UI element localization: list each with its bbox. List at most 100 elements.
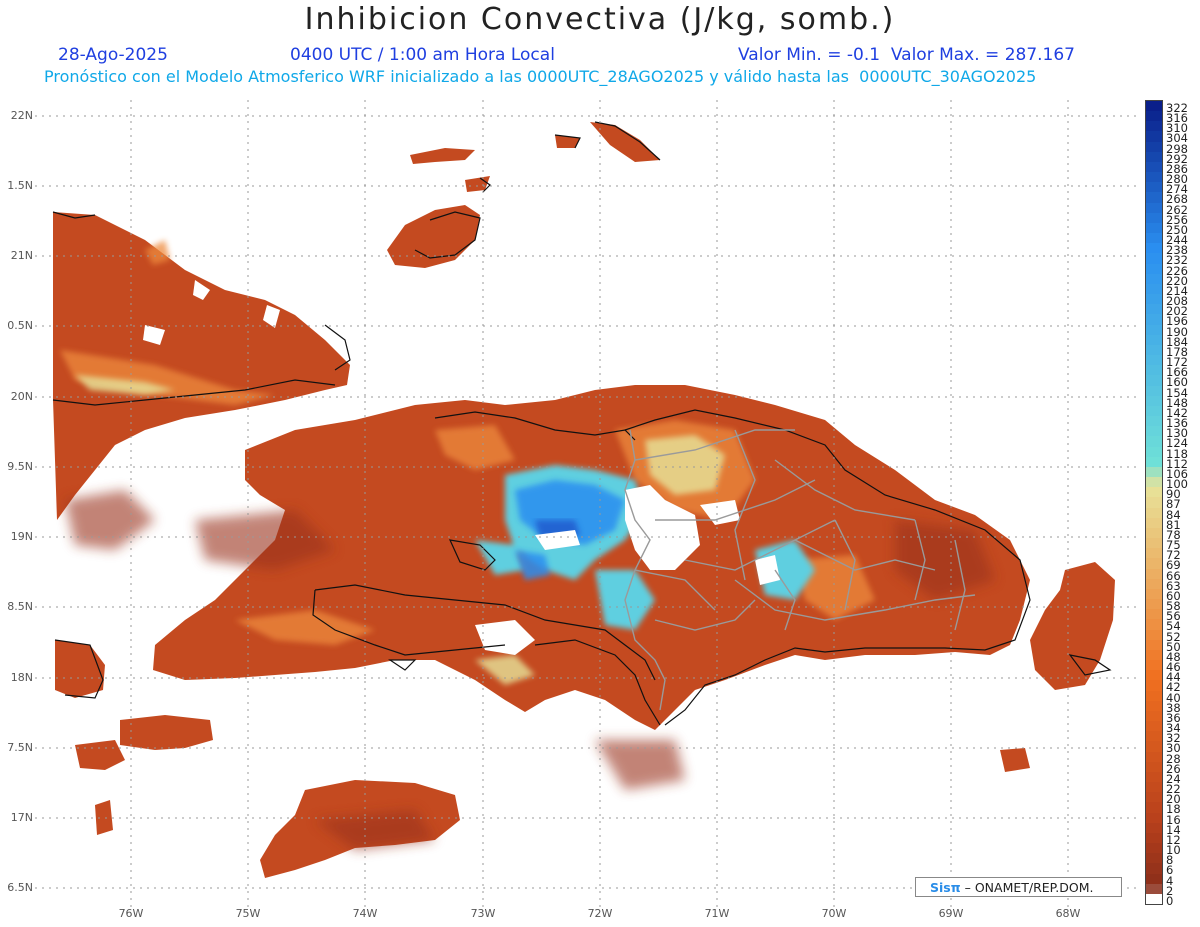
colorbar-swatch bbox=[1146, 436, 1162, 448]
colorbar-swatch bbox=[1146, 355, 1162, 366]
colorbar-swatch bbox=[1146, 192, 1162, 204]
colorbar-swatch bbox=[1146, 314, 1162, 326]
colorbar-swatch bbox=[1146, 507, 1162, 519]
longitude-label: 74W bbox=[352, 907, 378, 920]
colorbar-swatch bbox=[1146, 304, 1162, 315]
longitude-label: 69W bbox=[938, 907, 964, 920]
colorbar-swatch bbox=[1146, 141, 1162, 153]
colorbar-swatch bbox=[1146, 456, 1162, 468]
colorbar-swatch bbox=[1146, 568, 1162, 580]
forecast-label: Pronóstico con el Modelo Atmosferico WRF… bbox=[44, 67, 1037, 86]
longitude-label: 76W bbox=[118, 907, 144, 920]
longitude-label: 75W bbox=[235, 907, 261, 920]
colorbar-swatch bbox=[1146, 629, 1162, 641]
colorbar-swatch bbox=[1146, 883, 1162, 895]
colorbar-swatch bbox=[1146, 385, 1162, 397]
colorbar-swatch bbox=[1146, 578, 1162, 590]
longitude-label: 73W bbox=[470, 907, 496, 920]
colorbar-swatch bbox=[1146, 558, 1162, 570]
latitude-label: 17N bbox=[10, 811, 33, 824]
colorbar-swatch bbox=[1146, 588, 1162, 600]
colorbar-swatch bbox=[1146, 710, 1162, 722]
colorbar-swatch bbox=[1146, 131, 1162, 143]
colorbar-swatch bbox=[1146, 782, 1162, 793]
colorbar-swatch bbox=[1146, 873, 1162, 885]
cin-field-map bbox=[35, 100, 1136, 907]
colorbar-swatch bbox=[1146, 294, 1162, 305]
longitude-label: 72W bbox=[587, 907, 613, 920]
latitude-label: 19N bbox=[10, 530, 33, 543]
colorbar-swatch bbox=[1146, 670, 1162, 681]
colorbar-swatch bbox=[1146, 477, 1162, 488]
longitude-label: 68W bbox=[1055, 907, 1081, 920]
colorbar-swatch bbox=[1146, 761, 1162, 773]
time-label: 0400 UTC / 1:00 am Hora Local bbox=[290, 45, 555, 65]
colorbar-swatch bbox=[1146, 263, 1162, 275]
colorbar-swatch bbox=[1146, 863, 1162, 874]
colorbar-swatch bbox=[1146, 497, 1162, 509]
longitude-label: 71W bbox=[704, 907, 730, 920]
colorbar-swatch bbox=[1146, 609, 1162, 620]
latitude-label: 0.5N bbox=[7, 319, 33, 332]
colorbar-swatch bbox=[1146, 700, 1162, 712]
colorbar-swatch bbox=[1146, 771, 1162, 783]
latitude-label: 20N bbox=[10, 390, 33, 403]
colorbar-swatch bbox=[1146, 222, 1162, 234]
colorbar-swatch bbox=[1146, 101, 1162, 112]
colorbar-swatch bbox=[1146, 639, 1162, 651]
credit-box: Sisπ – ONAMET/REP.DOM. bbox=[915, 877, 1122, 897]
colorbar-swatch bbox=[1146, 212, 1162, 224]
colorbar-swatch bbox=[1146, 812, 1162, 824]
min-max-label: Valor Min. = -0.1 Valor Max. = 287.167 bbox=[738, 45, 1075, 65]
colorbar-swatch bbox=[1146, 832, 1162, 844]
colorbar-swatch bbox=[1146, 273, 1162, 285]
colorbar-swatch bbox=[1146, 375, 1162, 387]
colorbar-swatch bbox=[1146, 283, 1162, 295]
colorbar-swatch bbox=[1146, 690, 1162, 702]
latitude-label: 1.5N bbox=[7, 179, 33, 192]
colorbar-swatch bbox=[1146, 243, 1162, 254]
latitude-label: 7.5N bbox=[7, 741, 33, 754]
colorbar-swatch bbox=[1146, 151, 1162, 163]
colorbar-swatch bbox=[1146, 599, 1162, 610]
colorbar-swatch bbox=[1146, 344, 1162, 356]
map-title: Inhibicion Convectiva (J/kg, somb.) bbox=[304, 2, 896, 37]
longitude-label: 70W bbox=[821, 907, 847, 920]
colorbar-swatch bbox=[1146, 843, 1162, 854]
latitude-label: 21N bbox=[10, 249, 33, 262]
colorbar-swatch bbox=[1146, 731, 1162, 742]
colorbar-swatch bbox=[1146, 517, 1162, 529]
colorbar-swatch bbox=[1146, 426, 1162, 437]
colorbar-swatch bbox=[1146, 253, 1162, 265]
latitude-label: 6.5N bbox=[7, 881, 33, 894]
colorbar-swatch bbox=[1146, 161, 1162, 173]
colorbar-swatch bbox=[1146, 741, 1162, 753]
colorbar-swatch bbox=[1146, 649, 1162, 661]
colorbar-swatch bbox=[1146, 172, 1162, 183]
date-label: 28-Ago-2025 bbox=[58, 45, 168, 65]
colorbar-swatch bbox=[1146, 527, 1162, 539]
colorbar-swatch bbox=[1146, 334, 1162, 346]
colorbar-swatch bbox=[1146, 548, 1162, 559]
colorbar-swatch bbox=[1146, 182, 1162, 193]
colorbar-swatch bbox=[1146, 893, 1162, 905]
colorbar-swatch bbox=[1146, 466, 1162, 478]
colorbar-swatch bbox=[1146, 792, 1162, 803]
colorbar-swatch bbox=[1146, 721, 1162, 732]
colorbar-swatch bbox=[1146, 202, 1162, 214]
colorbar-swatch bbox=[1146, 233, 1162, 244]
colorbar-swatch bbox=[1146, 111, 1162, 122]
colorbar-swatch bbox=[1146, 751, 1162, 763]
colorbar-swatch bbox=[1146, 446, 1162, 458]
latitude-label: 9.5N bbox=[7, 460, 33, 473]
credit-text: – ONAMET/REP.DOM. bbox=[964, 880, 1094, 895]
latitude-label: 8.5N bbox=[7, 600, 33, 613]
colorbar bbox=[1145, 100, 1163, 905]
colorbar-swatch bbox=[1146, 660, 1162, 671]
colorbar-swatch bbox=[1146, 538, 1162, 549]
map-area bbox=[35, 100, 1136, 907]
colorbar-swatch bbox=[1146, 405, 1162, 417]
latitude-label: 18N bbox=[10, 671, 33, 684]
sispi-logo: Sisπ bbox=[930, 880, 961, 895]
colorbar-swatch bbox=[1146, 324, 1162, 336]
